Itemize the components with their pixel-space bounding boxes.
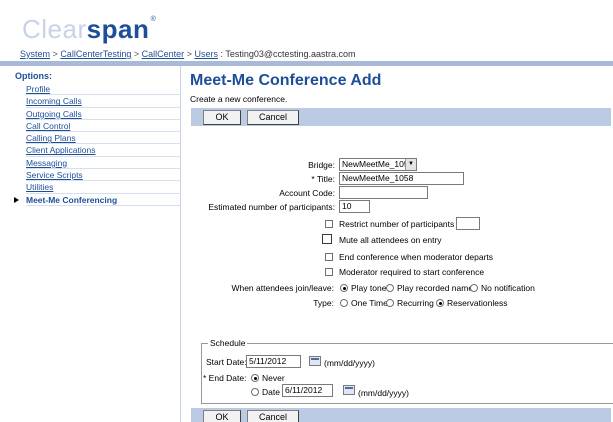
sidebar: Options: Profile Incoming Calls Outgoing… [0, 66, 181, 422]
mute-attendees-label: Mute all attendees on entry [339, 235, 442, 245]
radio-one-time-label: One Time [351, 298, 388, 308]
breadcrumb-separator: > [133, 49, 140, 59]
sidebar-item-profile[interactable]: Profile [26, 83, 181, 96]
sidebar-item-client-applications[interactable]: Client Applications [26, 144, 181, 157]
breadcrumb-separator: > [186, 49, 192, 59]
sidebar-item-call-control[interactable]: Call Control [26, 120, 181, 133]
sidebar-item-outgoing-calls[interactable]: Outgoing Calls [26, 108, 181, 120]
clearspan-logo: Clearspan ® [22, 14, 156, 45]
radio-end-date[interactable] [251, 388, 259, 396]
moderator-required-checkbox[interactable] [325, 268, 333, 276]
calendar-icon[interactable] [309, 356, 321, 366]
moderator-required-label: Moderator required to start conference [339, 267, 485, 277]
sidebar-options-title: Options: [15, 71, 52, 81]
mute-attendees-checkbox[interactable] [322, 234, 332, 244]
radio-recurring-label: Recurring [397, 298, 434, 308]
account-code-input[interactable] [339, 186, 428, 199]
radio-no-notification-label: No notification [481, 283, 535, 293]
start-date-label: Start Date: [206, 357, 247, 367]
end-conference-checkbox[interactable] [325, 253, 333, 261]
logo-registered-mark: ® [150, 16, 157, 23]
logo-text-clear: Clear [22, 14, 87, 44]
bridge-select[interactable]: NewMeetMe_1058 ▼ [339, 158, 417, 171]
account-code-label: Account Code: [279, 188, 335, 198]
top-button-bar: OK Cancel [191, 108, 611, 126]
end-conference-label: End conference when moderator departs [339, 252, 494, 262]
cancel-button[interactable]: Cancel [247, 410, 299, 422]
end-date-input[interactable]: 6/11/2012 [282, 384, 333, 397]
calendar-icon[interactable] [343, 385, 355, 395]
start-date-input[interactable]: 5/11/2012 [246, 355, 301, 368]
breadcrumb: System > CallCenterTesting > CallCenter … [20, 49, 356, 59]
page-title: Meet-Me Conference Add [190, 72, 382, 89]
schedule-legend: Schedule [208, 338, 248, 348]
sidebar-item-messaging[interactable]: Messaging [26, 157, 181, 170]
radio-one-time[interactable] [340, 299, 348, 307]
radio-play-recorded-name-label: Play recorded name [397, 283, 474, 293]
title-label: * Title: [311, 174, 335, 184]
sidebar-item-service-scripts[interactable]: Service Scripts [26, 169, 181, 182]
ok-button[interactable]: OK [203, 410, 241, 422]
sidebar-item-incoming-calls[interactable]: Incoming Calls [26, 95, 181, 108]
radio-play-tone-label: Play tone [351, 283, 387, 293]
join-leave-label: When attendees join/leave: [231, 283, 334, 293]
chevron-down-icon[interactable]: ▼ [405, 159, 416, 170]
radio-reservationless-label: Reservationless [447, 298, 508, 308]
title-input[interactable]: NewMeetMe_1058 [339, 172, 464, 185]
restrict-participants-label: Restrict number of participants to [339, 219, 464, 229]
breadcrumb-callcenter[interactable]: CallCenter [142, 49, 185, 59]
sidebar-item-calling-plans[interactable]: Calling Plans [26, 132, 181, 145]
cancel-button[interactable]: Cancel [247, 110, 299, 125]
breadcrumb-users[interactable]: Users [194, 49, 218, 59]
participants-label: Estimated number of participants: [208, 202, 335, 212]
type-label: Type: [313, 298, 334, 308]
bottom-button-bar: OK Cancel [191, 408, 611, 422]
radio-no-notification[interactable] [470, 284, 478, 292]
breadcrumb-callcentertesting[interactable]: CallCenterTesting [60, 49, 131, 59]
ok-button[interactable]: OK [203, 110, 241, 125]
breadcrumb-system[interactable]: System [20, 49, 50, 59]
restrict-participants-input[interactable] [456, 217, 480, 230]
restrict-participants-checkbox[interactable] [325, 220, 333, 228]
page-subtitle: Create a new conference. [190, 94, 288, 104]
start-date-format: (mm/dd/yyyy) [324, 358, 375, 368]
sidebar-nav: Profile Incoming Calls Outgoing Calls Ca… [14, 83, 181, 206]
radio-end-never-label: Never [262, 373, 285, 383]
radio-recurring[interactable] [386, 299, 394, 307]
breadcrumb-current-user: : Testing03@cctesting.aastra.com [220, 49, 356, 59]
sidebar-item-utilities[interactable]: Utilities [26, 181, 181, 194]
breadcrumb-separator: > [52, 49, 58, 59]
end-date-label: * End Date: [203, 373, 247, 383]
logo-text-span: span [86, 14, 150, 44]
radio-reservationless[interactable] [436, 299, 444, 307]
sidebar-item-meet-me-conferencing[interactable]: Meet-Me Conferencing [14, 194, 181, 206]
bridge-label: Bridge: [308, 160, 335, 170]
radio-end-date-label: Date [262, 387, 280, 397]
bridge-select-value: NewMeetMe_1058 [342, 159, 414, 169]
radio-play-tone[interactable] [340, 284, 348, 292]
end-date-format: (mm/dd/yyyy) [358, 388, 409, 398]
radio-play-recorded-name[interactable] [386, 284, 394, 292]
schedule-fieldset: Schedule Start Date: 5/11/2012 (mm/dd/yy… [201, 338, 613, 404]
radio-end-never[interactable] [251, 374, 259, 382]
participants-input[interactable]: 10 [339, 200, 370, 213]
